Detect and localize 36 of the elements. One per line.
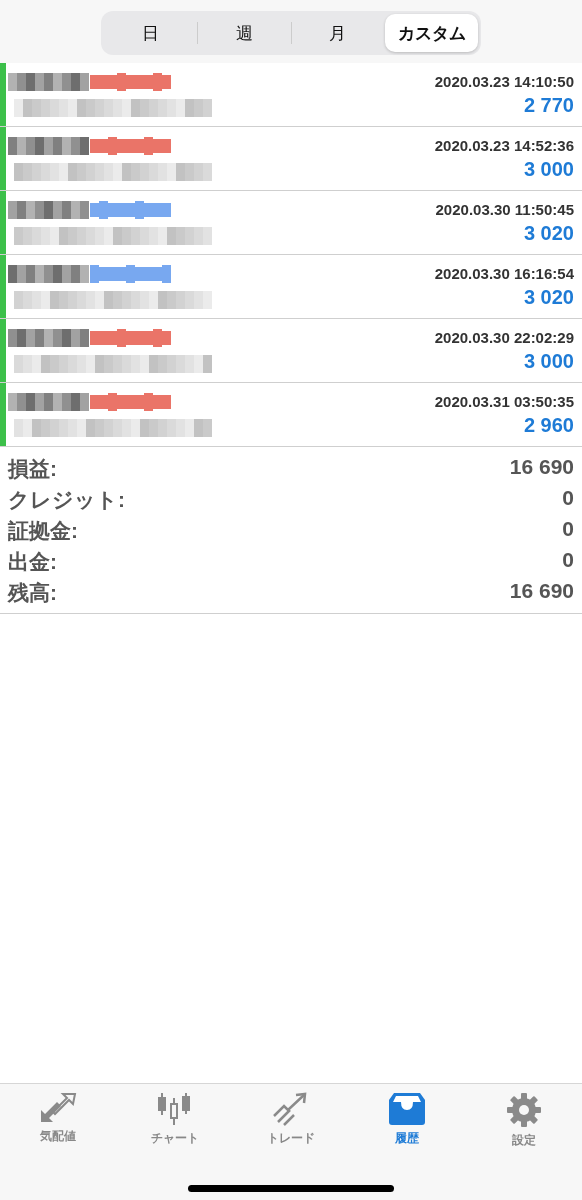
inbox-tray-icon	[388, 1092, 427, 1126]
deal-profit: 2 960	[523, 413, 574, 437]
summary-label: クレジット:	[8, 487, 125, 513]
deal-row[interactable]: 2020.03.30 11:50:45 3 020	[0, 191, 582, 255]
summary-label: 証拠金:	[8, 518, 78, 544]
deal-row[interactable]: 2020.03.23 14:52:36 3 000	[0, 127, 582, 191]
deal-time: 2020.03.23 14:52:36	[434, 136, 574, 154]
summary-label: 出金:	[8, 549, 57, 575]
deal-row[interactable]: 2020.03.23 14:10:50 2 770	[0, 63, 582, 127]
deal-profit: 3 000	[523, 157, 574, 181]
deal-time: 2020.03.30 11:50:45	[435, 200, 574, 218]
summary-value: 0	[562, 548, 574, 573]
deal-row[interactable]: 2020.03.31 03:50:35 2 960	[0, 383, 582, 447]
settings-icon	[505, 1092, 542, 1128]
deal-profit: 2 770	[523, 93, 574, 117]
tab-bar-item[interactable]: 履歴	[362, 1092, 453, 1149]
deal-profit: 3 020	[523, 221, 574, 245]
deal-row[interactable]: 2020.03.30 16:16:54 3 020	[0, 255, 582, 319]
summary-value: 0	[562, 517, 574, 542]
summary-value: 16 690	[509, 579, 574, 604]
summary-label: 損益:	[8, 456, 57, 482]
deal-time: 2020.03.23 14:10:50	[434, 72, 574, 90]
period-tab[interactable]: カスタム	[385, 14, 478, 52]
summary-label: 残高:	[8, 580, 57, 606]
deal-time: 2020.03.30 22:02:29	[434, 328, 574, 346]
period-tab[interactable]: 月	[291, 14, 385, 52]
period-tab[interactable]: 週	[197, 14, 291, 52]
summary-value: 0	[562, 486, 574, 511]
deal-profit: 3 020	[523, 285, 574, 309]
deal-row[interactable]: 2020.03.30 22:02:29 3 000	[0, 319, 582, 383]
deal-time: 2020.03.30 16:16:54	[434, 264, 574, 282]
diagonal-arrows-icon	[39, 1092, 78, 1124]
summary-value: 16 690	[509, 455, 574, 480]
deal-time: 2020.03.31 03:50:35	[434, 392, 574, 410]
deal-profit: 3 000	[523, 349, 574, 373]
period-tab[interactable]: 日	[104, 14, 197, 52]
